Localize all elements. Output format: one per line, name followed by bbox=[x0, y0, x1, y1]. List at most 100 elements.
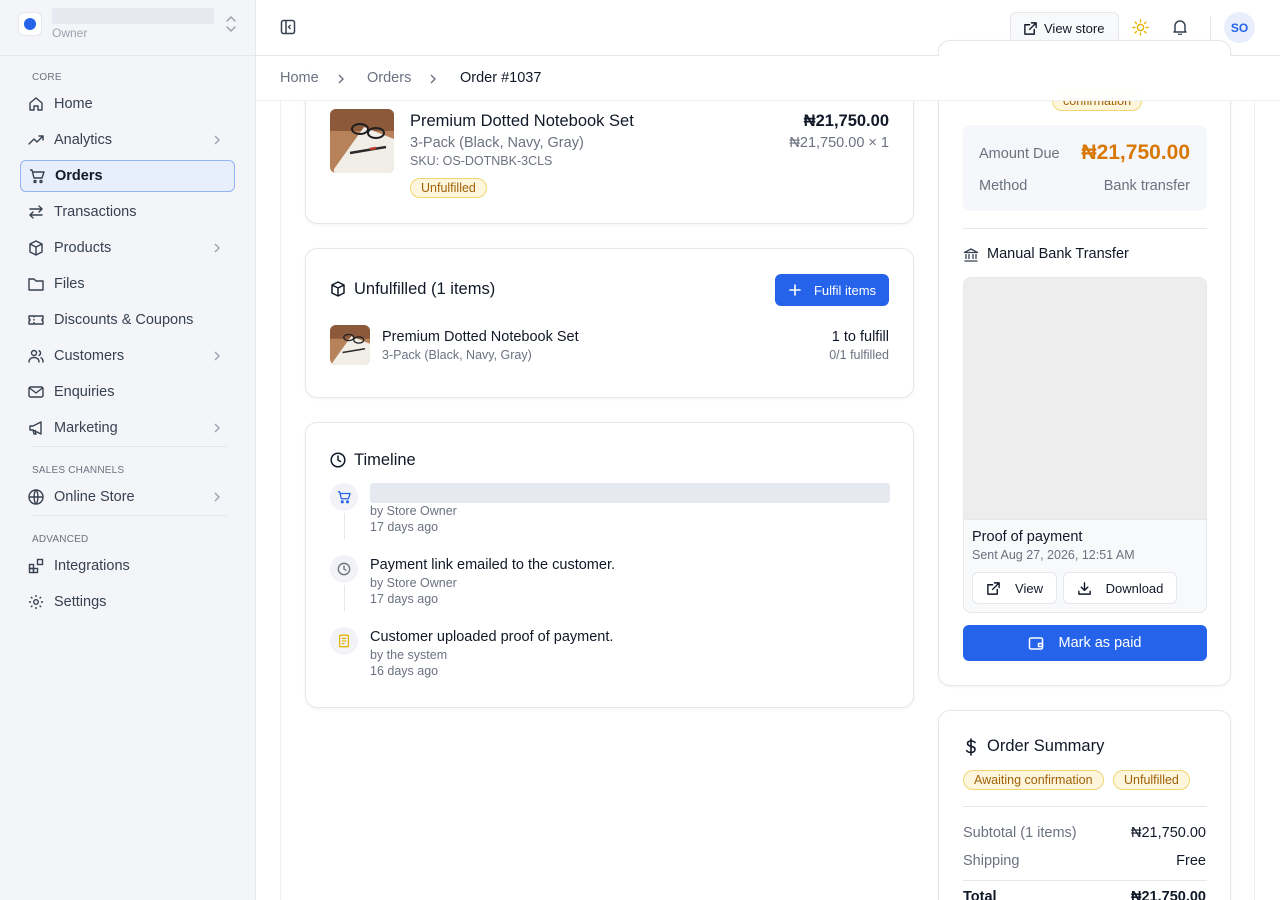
amount-due-box bbox=[963, 125, 1207, 211]
external-link-icon bbox=[987, 581, 1000, 595]
plus-icon bbox=[789, 284, 801, 296]
sidebar-item-files[interactable]: Files bbox=[20, 268, 235, 300]
item-unit-qty: ₦21,750.00 × 1 bbox=[789, 135, 889, 151]
unfulfilled-title: Unfulfilled (1 items) bbox=[354, 280, 496, 298]
store-name-placeholder bbox=[52, 8, 214, 24]
chevron-right-icon bbox=[214, 351, 220, 361]
to-fulfill-count: 1 to fulfill bbox=[831, 329, 889, 345]
ticket-icon bbox=[28, 315, 44, 325]
sidebar-item-online-store[interactable]: Online Store bbox=[20, 481, 235, 513]
divider bbox=[963, 806, 1207, 807]
timeline-title: Timeline bbox=[354, 451, 416, 469]
globe-icon bbox=[28, 489, 44, 505]
timeline-card: Timeline by Store Owner 17 days ago Paym… bbox=[305, 422, 914, 708]
sidebar-item-customers[interactable]: Customers bbox=[20, 340, 235, 372]
bell-icon[interactable] bbox=[1172, 19, 1188, 35]
total-value: ₦21,750.00 bbox=[1131, 889, 1206, 900]
view-proof-button[interactable]: View bbox=[972, 572, 1057, 604]
sidebar-item-transactions[interactable]: Transactions bbox=[20, 196, 235, 228]
chevron-right-icon bbox=[214, 135, 220, 145]
item-sku: SKU: OS-DOTNBK-3CLS bbox=[410, 154, 553, 168]
nav-divider bbox=[32, 446, 227, 447]
method-value: Bank transfer bbox=[1103, 178, 1190, 194]
sidebar-item-products[interactable]: Products bbox=[20, 232, 235, 264]
sidebar-item-orders[interactable]: Orders bbox=[20, 160, 235, 192]
proof-of-payment-panel bbox=[963, 277, 1207, 613]
cart-icon bbox=[337, 491, 351, 504]
sidebar-toggle-icon[interactable] bbox=[280, 19, 296, 35]
timeline-event-actor: by the system bbox=[370, 648, 448, 662]
subtotal-value: ₦21,750.00 bbox=[1131, 825, 1206, 841]
store-switcher[interactable]: Owner bbox=[0, 0, 256, 56]
view-store-label: View store bbox=[1044, 20, 1105, 36]
nav-section-core: CORE bbox=[32, 72, 62, 83]
status-badge: Unfulfilled bbox=[1113, 770, 1190, 790]
nav-section-advanced: ADVANCED bbox=[32, 534, 89, 545]
box-icon bbox=[331, 281, 345, 297]
item-variant: 3-Pack (Black, Navy, Gray) bbox=[410, 135, 584, 151]
timeline-event-icon bbox=[330, 555, 358, 583]
subtotal-label: Subtotal (1 items) bbox=[963, 825, 1077, 841]
timeline-event-text: Customer uploaded proof of payment. bbox=[370, 629, 614, 645]
chevrons-up-down-icon bbox=[226, 15, 236, 33]
amount-due-value: ₦21,750.00 bbox=[1081, 141, 1190, 164]
fulfil-items-button[interactable]: Fulfil items bbox=[775, 274, 889, 306]
timeline-event-actor: by Store Owner bbox=[370, 504, 457, 518]
breadcrumb-orders[interactable]: Orders bbox=[367, 70, 411, 86]
clock-icon bbox=[330, 452, 346, 468]
shipping-label: Shipping bbox=[963, 853, 1020, 869]
timeline-event-text: Payment link emailed to the customer. bbox=[370, 557, 616, 573]
blocks-icon bbox=[28, 558, 44, 574]
dollar-icon bbox=[965, 738, 976, 756]
chevron-right-icon bbox=[338, 74, 344, 84]
fulfil-items-label: Fulfil items bbox=[813, 282, 877, 298]
trend-icon bbox=[28, 135, 44, 145]
method-label: Method bbox=[979, 178, 1028, 194]
clock-icon bbox=[337, 562, 351, 576]
external-link-icon bbox=[1024, 21, 1037, 35]
status-badge: Awaiting confirmation bbox=[963, 770, 1104, 790]
sidebar-item-label: Discounts & Coupons bbox=[54, 312, 194, 328]
bank-transfer-title: Manual Bank Transfer bbox=[987, 246, 1129, 262]
sidebar-item-label: Orders bbox=[55, 168, 103, 184]
sidebar-item-marketing[interactable]: Marketing bbox=[20, 412, 235, 444]
sidebar-item-analytics[interactable]: Analytics bbox=[20, 124, 235, 156]
mail-icon bbox=[28, 386, 44, 398]
bank-icon bbox=[963, 248, 979, 262]
unfulfilled-item-name: Premium Dotted Notebook Set bbox=[382, 329, 579, 345]
unfulfilled-item-variant: 3-Pack (Black, Navy, Gray) bbox=[382, 348, 532, 362]
sidebar: Owner CORE Home Analytics Orders Transac… bbox=[0, 0, 256, 900]
sidebar-item-discounts[interactable]: Discounts & Coupons bbox=[20, 304, 235, 336]
timeline-connector bbox=[344, 585, 345, 611]
breadcrumb-home[interactable]: Home bbox=[280, 70, 319, 86]
sun-icon[interactable] bbox=[1132, 19, 1149, 36]
mark-as-paid-button[interactable]: Mark as paid bbox=[963, 625, 1207, 661]
chevron-right-icon bbox=[430, 74, 436, 84]
download-proof-button[interactable]: Download bbox=[1063, 572, 1177, 604]
download-icon bbox=[1077, 581, 1091, 595]
unfulfilled-card: Unfulfilled (1 items) Fulfil items Premi… bbox=[305, 248, 914, 398]
sidebar-item-settings[interactable]: Settings bbox=[20, 586, 235, 618]
users-icon bbox=[28, 349, 44, 363]
fulfilled-count: 0/1 fulfilled bbox=[829, 348, 889, 362]
proof-title: Proof of payment bbox=[972, 529, 1083, 545]
sidebar-item-label: Settings bbox=[54, 594, 107, 610]
megaphone-icon bbox=[29, 421, 42, 435]
order-summary-card: Order Summary Awaiting confirmation Unfu… bbox=[938, 710, 1231, 900]
item-name: Premium Dotted Notebook Set bbox=[410, 112, 634, 130]
item-price: ₦21,750.00 bbox=[803, 112, 889, 130]
proof-preview-image[interactable] bbox=[964, 278, 1206, 520]
sidebar-item-label: Transactions bbox=[54, 204, 137, 220]
sidebar-item-label: Analytics bbox=[54, 132, 113, 148]
box-icon bbox=[29, 240, 43, 256]
avatar[interactable]: SO bbox=[1224, 12, 1255, 43]
sidebar-item-label: Enquiries bbox=[54, 384, 115, 400]
sidebar-item-enquiries[interactable]: Enquiries bbox=[20, 376, 235, 408]
sidebar-item-home[interactable]: Home bbox=[20, 88, 235, 120]
store-logo bbox=[18, 12, 42, 36]
sidebar-item-label: Products bbox=[54, 240, 112, 256]
order-summary-title: Order Summary bbox=[987, 737, 1105, 755]
proof-sent-time: Sent Aug 27, 2026, 12:51 AM bbox=[972, 548, 1135, 562]
sidebar-item-integrations[interactable]: Integrations bbox=[20, 550, 235, 582]
timeline-event-time: 16 days ago bbox=[370, 664, 439, 678]
